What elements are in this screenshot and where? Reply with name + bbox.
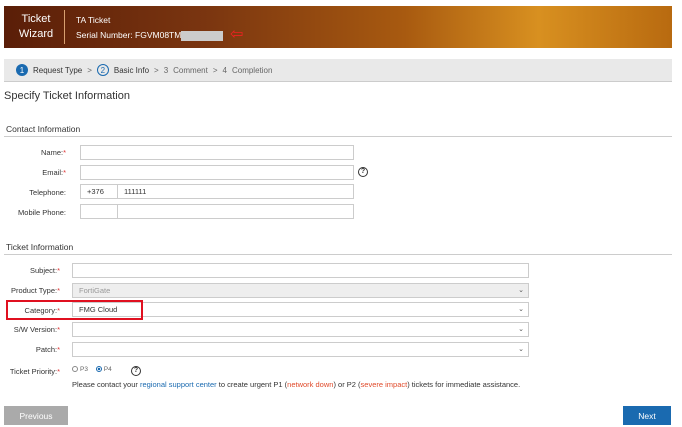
step-3-num: 3 (163, 65, 169, 75)
chevron-down-icon: ⌄ (518, 306, 524, 313)
telephone-code-input[interactable]: +376 (80, 184, 118, 199)
name-input[interactable] (80, 145, 354, 160)
step-4-num: 4 (222, 65, 227, 75)
step-request-type: Request Type (33, 65, 83, 75)
help-icon[interactable]: ? (358, 167, 368, 177)
serial-number: Serial Number: FGVM08TM (76, 30, 182, 40)
step-1-icon: 1 (16, 64, 28, 76)
mobile-number-input[interactable] (117, 204, 354, 219)
redacted-serial (181, 30, 224, 41)
divider (4, 136, 672, 137)
chevron-down-icon: ⌄ (518, 287, 524, 294)
email-label: Email:* (42, 168, 66, 177)
page-title: Specify Ticket Information (4, 90, 130, 102)
divider (4, 254, 672, 255)
sw-version-select[interactable]: ⌄ (72, 322, 529, 337)
priority-p4-radio[interactable]: P4 (95, 366, 112, 373)
priority-label: Ticket Priority:* (9, 367, 60, 376)
patch-label: Patch:* (35, 345, 60, 354)
previous-button[interactable]: Previous (4, 406, 68, 425)
mobile-label: Mobile Phone: (18, 208, 66, 217)
step-completion: Completion (231, 65, 273, 75)
chevron-down-icon: ⌄ (518, 346, 524, 353)
step-separator: > (154, 65, 159, 75)
banner-divider (64, 10, 65, 44)
product-type-label: Product Type:* (10, 286, 60, 295)
telephone-number-input[interactable]: 111111 (117, 184, 354, 199)
regional-support-link[interactable]: regional support center (140, 380, 217, 389)
step-separator: > (87, 65, 92, 75)
priority-p3-radio[interactable]: P3 (72, 366, 88, 373)
wizard-steps: 1 Request Type > 2 Basic Info > 3 Comment >… (4, 59, 672, 82)
chevron-down-icon: ⌄ (518, 326, 524, 333)
telephone-label: Telephone: (29, 188, 66, 197)
ticket-type: TA Ticket (76, 15, 111, 25)
email-input[interactable] (80, 165, 354, 180)
step-separator: > (212, 65, 218, 75)
wizard-title: Ticket Wizard (16, 12, 56, 42)
name-label: Name:* (40, 148, 66, 157)
subject-input[interactable] (72, 263, 529, 278)
next-button[interactable]: Next (623, 406, 671, 425)
category-highlight-box (6, 300, 143, 320)
mobile-code-input[interactable] (80, 204, 118, 219)
patch-select[interactable]: ⌄ (72, 342, 529, 357)
priority-note: Please contact your regional support cen… (72, 380, 521, 389)
subject-label: Subject:* (29, 266, 60, 275)
step-2-icon: 2 (96, 64, 109, 76)
step-comment: Comment (173, 65, 208, 75)
contact-heading: Contact Information (6, 124, 81, 134)
title-line1: Ticket (21, 13, 51, 25)
wizard-banner: Ticket Wizard TA Ticket Serial Number: FGV… (4, 6, 672, 48)
help-icon[interactable]: ? (131, 366, 141, 376)
sw-version-label: S/W Version:* (13, 325, 60, 334)
red-arrow-left-icon: ⇦ (230, 26, 244, 43)
title-line2: Wizard (18, 28, 54, 40)
ticket-heading: Ticket Information (6, 242, 74, 252)
step-basic-info: Basic Info (113, 65, 150, 75)
product-type-select[interactable]: FortiGate ⌄ (72, 283, 529, 298)
